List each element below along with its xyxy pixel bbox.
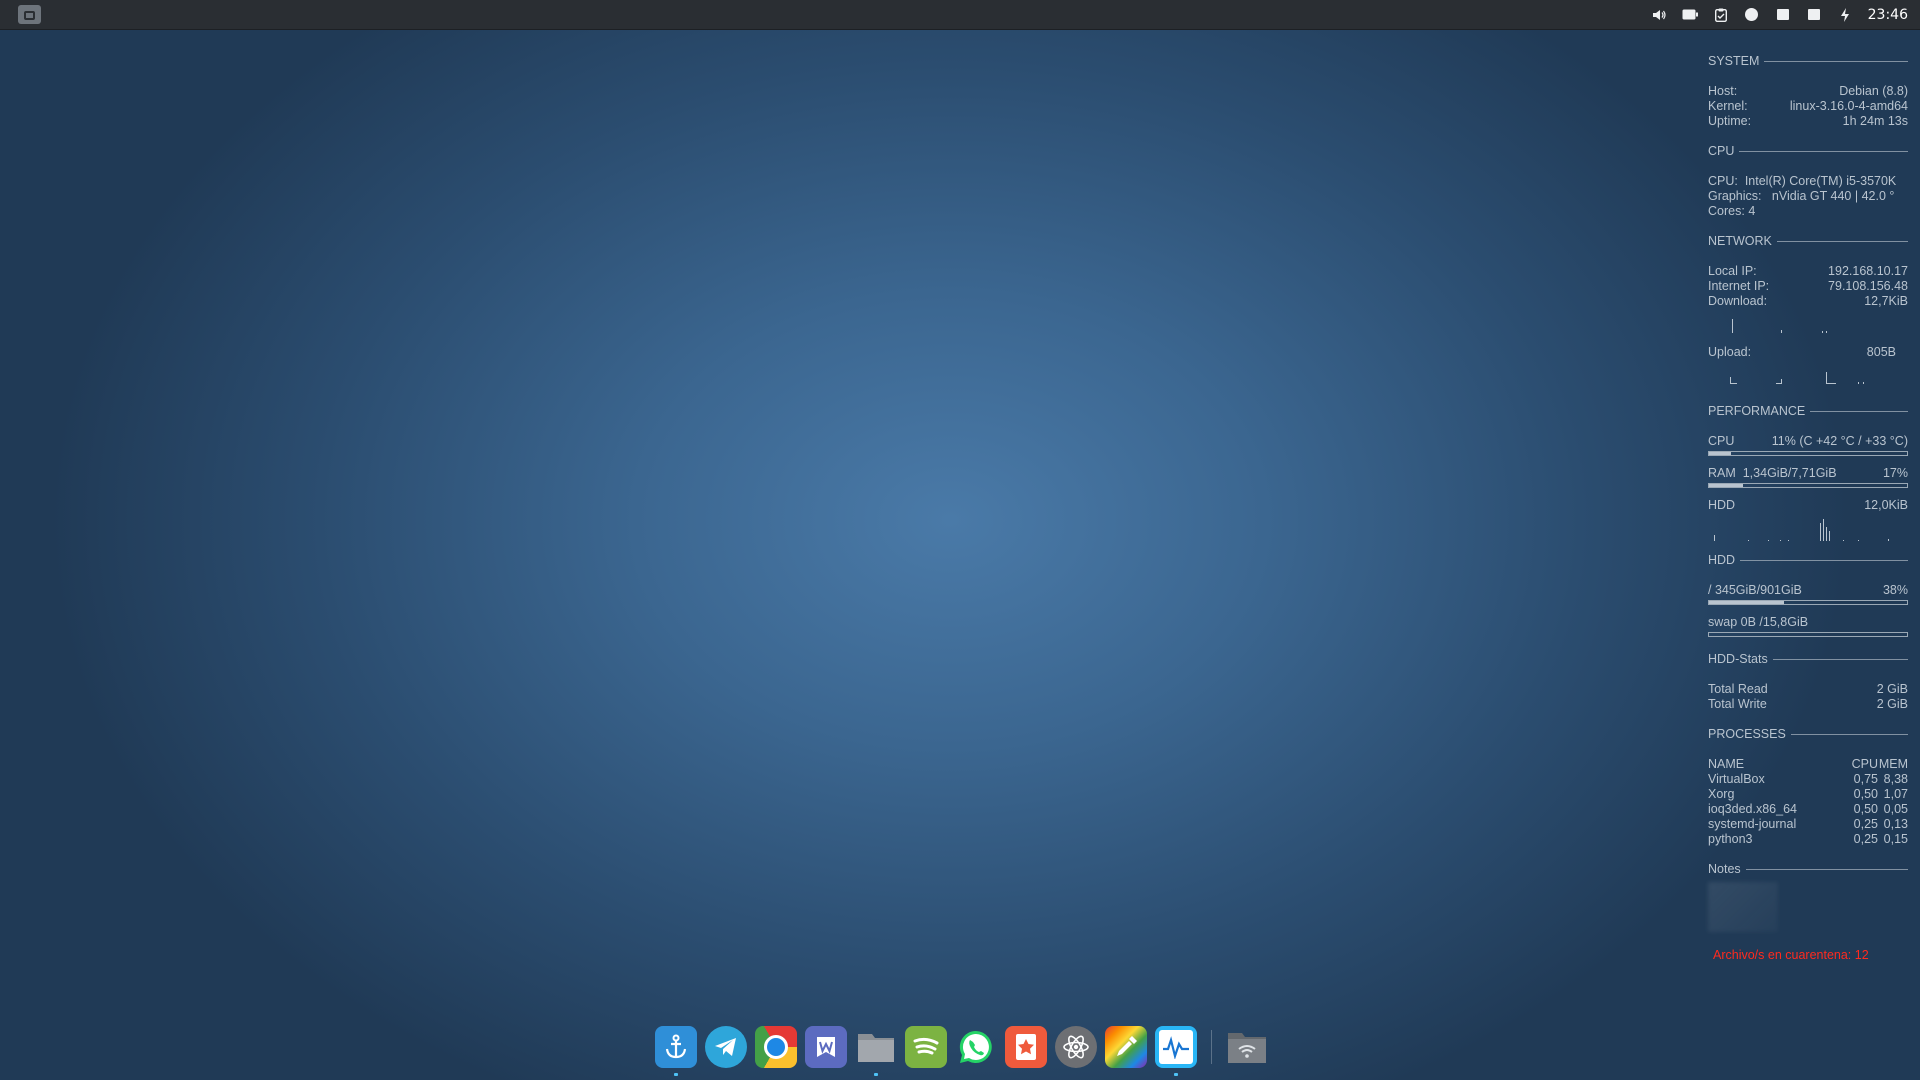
clock[interactable]: 23:46 [1868, 7, 1908, 23]
dock-separator [1211, 1030, 1212, 1064]
upload-graph [1708, 364, 1908, 386]
circle-icon[interactable] [1744, 7, 1760, 23]
kernel-row: Kernel: linux-3.16.0-4-amd64 [1708, 99, 1908, 113]
square-icon[interactable] [1775, 7, 1791, 23]
dock [655, 1025, 1276, 1076]
system-monitor-icon[interactable] [1155, 1026, 1197, 1076]
whatsapp-icon[interactable] [955, 1026, 997, 1068]
sync-icon[interactable] [1837, 7, 1853, 23]
cpu-usage-bar [1708, 451, 1908, 456]
telegram-icon[interactable] [705, 1026, 747, 1068]
conky-monitor: SYSTEM Host: Debian (8.8) Kernel: linux-3.… [1708, 54, 1908, 962]
swap-row: swap 0B /15,8GiB [1708, 615, 1809, 629]
process-row: ioq3ded.x86_64 0,50 0,05 [1708, 802, 1908, 816]
ram-usage-bar [1708, 483, 1908, 488]
performance-section: PERFORMANCE CPU 11% (C +42 °C / +33 °C) R… [1708, 404, 1908, 543]
network-section: NETWORK Local IP: 192.168.10.17 Internet … [1708, 234, 1908, 386]
spotify-icon[interactable] [905, 1026, 947, 1068]
section-title: Notes [1708, 862, 1741, 876]
section-title: PROCESSES [1708, 727, 1786, 741]
section-title: HDD [1708, 553, 1736, 567]
local-ip-row: Local IP: 192.168.10.17 [1708, 264, 1908, 278]
process-row: python3 0,25 0,15 [1708, 832, 1908, 846]
graphics-row: Graphics: nVidia GT 440 | 42.0 ° [1708, 189, 1895, 203]
hdd-io-row: HDD 12,0KiB [1708, 498, 1908, 512]
section-title: HDD-Stats [1708, 652, 1768, 666]
processes-section: PROCESSES NAME CPU MEM VirtualBox 0,75 8,38 … [1708, 727, 1908, 847]
uptime-row: Uptime: 1h 24m 13s [1708, 114, 1908, 128]
clipboard-icon[interactable] [1713, 7, 1729, 23]
hdd-stats-section: HDD-Stats Total Read 2 GiB Total Write 2 G… [1708, 652, 1908, 712]
quarantine-warning: Archivo/s en cuarentena: 12 [1713, 948, 1869, 962]
process-row: VirtualBox 0,75 8,38 [1708, 772, 1908, 786]
network-folder-icon[interactable] [1226, 1026, 1268, 1068]
square-icon[interactable] [1806, 7, 1822, 23]
cores-row: Cores: 4 [1708, 204, 1756, 218]
root-fs-row: / 345GiB/901GiB 38% [1708, 583, 1908, 597]
battery-icon[interactable] [1682, 7, 1698, 23]
section-title: PERFORMANCE [1708, 404, 1806, 418]
volume-icon[interactable] [1651, 7, 1667, 23]
notes-section: Notes [1708, 862, 1908, 932]
wps-writer-icon[interactable] [805, 1026, 847, 1068]
total-read-row: Total Read 2 GiB [1708, 682, 1908, 696]
internet-ip-row: Internet IP: 79.108.156.48 [1708, 279, 1908, 293]
color-picker-icon[interactable] [1105, 1026, 1147, 1068]
section-title: CPU [1708, 144, 1735, 158]
cpu-section: CPU CPU: Intel(R) Core(TM) i5-3570K Grap… [1708, 144, 1908, 219]
section-title: NETWORK [1708, 234, 1772, 248]
ram-usage-row: RAM 1,34GiB/7,71GiB 17% [1708, 466, 1908, 480]
total-write-row: Total Write 2 GiB [1708, 697, 1908, 711]
cpu-model-row: CPU: Intel(R) Core(TM) i5-3570K [1708, 174, 1897, 188]
system-section: SYSTEM Host: Debian (8.8) Kernel: linux-3.… [1708, 54, 1908, 129]
system-tray: 23:46 [1651, 0, 1920, 29]
upload-row: Upload: 805B [1708, 345, 1896, 359]
notes-content [1708, 882, 1778, 932]
host-row: Host: Debian (8.8) [1708, 84, 1908, 98]
process-header: NAME CPU MEM [1708, 757, 1908, 771]
bookmark-star-icon[interactable] [1005, 1026, 1047, 1068]
root-fs-bar [1708, 600, 1908, 605]
download-row: Download: 12,7KiB [1708, 294, 1908, 308]
swap-bar [1708, 632, 1908, 637]
app-launcher-icon[interactable] [18, 5, 41, 24]
process-row: systemd-journal 0,25 0,13 [1708, 817, 1908, 831]
chrome-icon[interactable] [755, 1026, 797, 1068]
top-panel: 23:46 [0, 0, 1920, 30]
section-title: SYSTEM [1708, 54, 1760, 68]
anchor-app-icon[interactable] [655, 1026, 697, 1076]
files-icon[interactable] [855, 1026, 897, 1076]
download-graph [1708, 313, 1908, 335]
atom-icon[interactable] [1055, 1026, 1097, 1068]
process-row: Xorg 0,50 1,07 [1708, 787, 1908, 801]
hdd-io-graph [1708, 517, 1908, 543]
cpu-usage-row: CPU 11% (C +42 °C / +33 °C) [1708, 434, 1908, 448]
hdd-section: HDD / 345GiB/901GiB 38% swap 0B /15,8GiB [1708, 553, 1908, 637]
